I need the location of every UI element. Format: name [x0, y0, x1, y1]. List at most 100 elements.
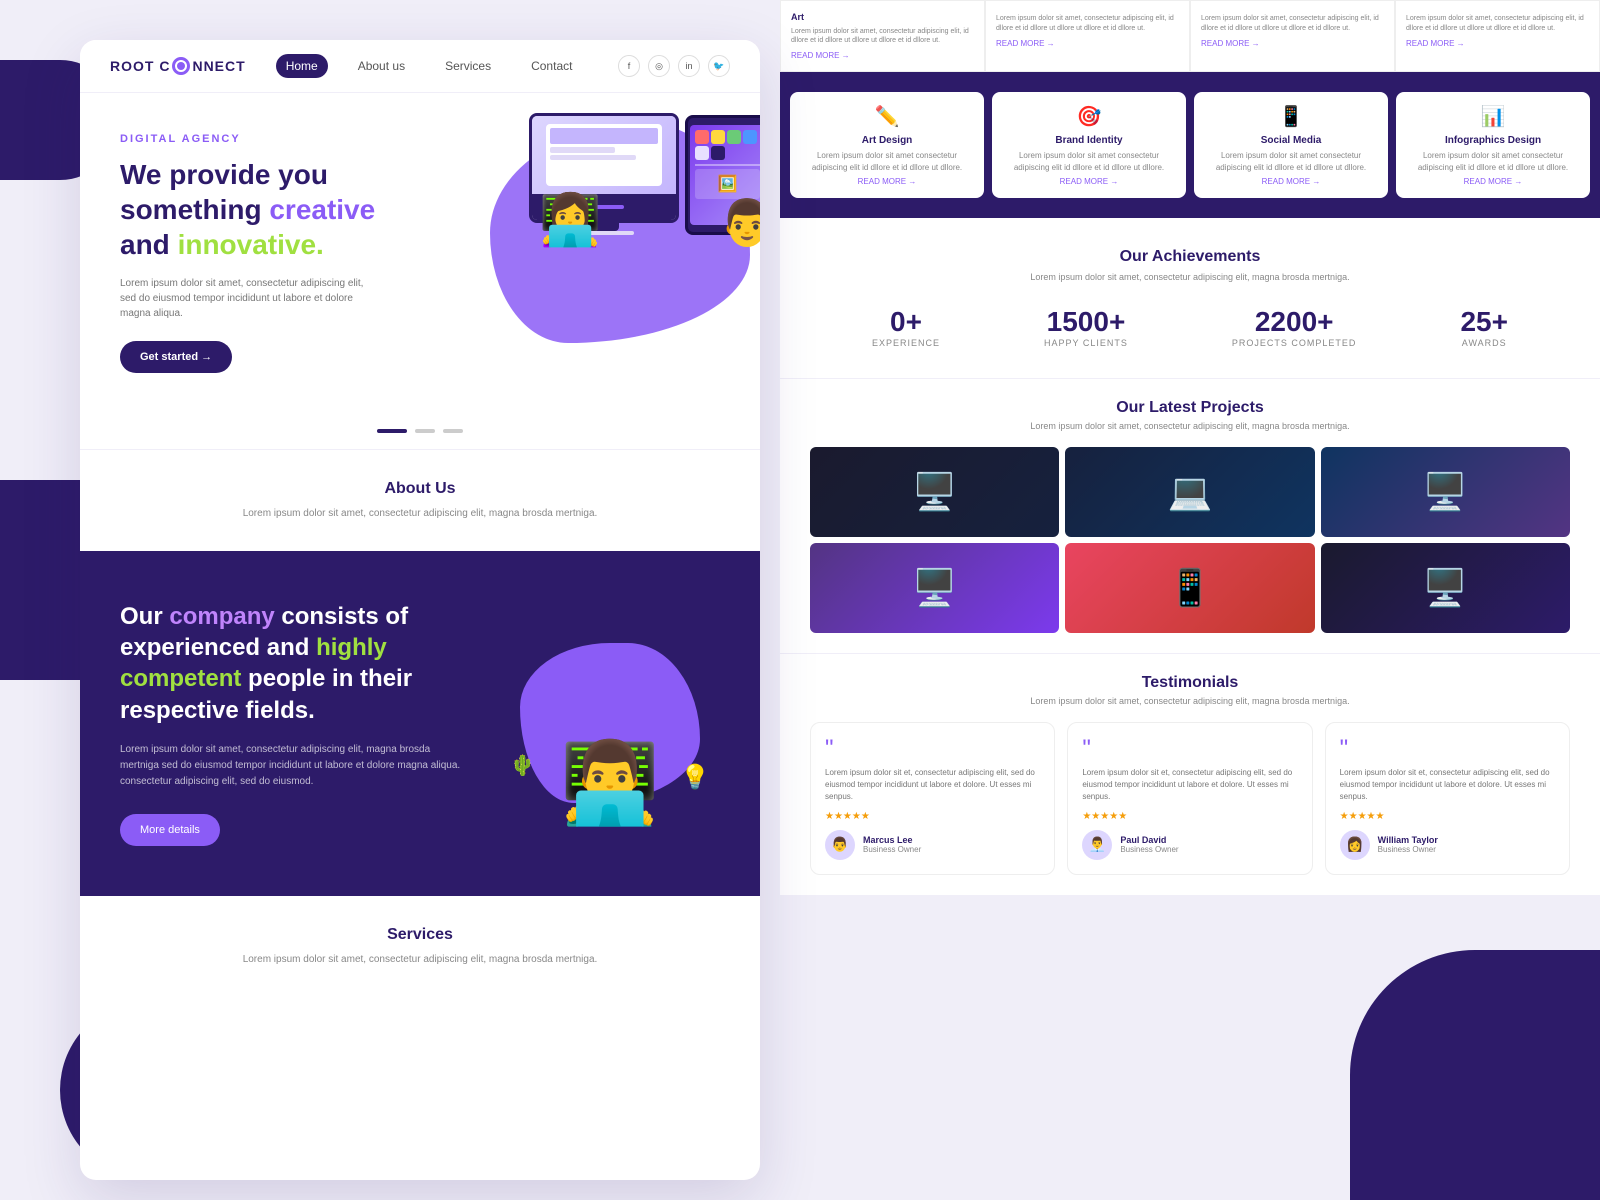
nav-about[interactable]: About us [348, 54, 415, 78]
about-title: About Us [120, 480, 720, 498]
project-3-inner: 🖥️ [1321, 447, 1570, 537]
project-2-icon: 💻 [1168, 471, 1213, 513]
monitor-screen-content [532, 116, 676, 194]
reviewer-2-role: Business Owner [1120, 845, 1178, 854]
hero-title-text2: and [120, 229, 178, 260]
stat-clients-label: HAPPY CLIENTS [1044, 338, 1128, 348]
social-media-name: Social Media [1206, 135, 1376, 146]
nav-contact[interactable]: Contact [521, 54, 582, 78]
top-card-1: Art Lorem ipsum dolor sit amet, consecte… [780, 0, 985, 72]
project-4-inner: 🖥️ [810, 543, 1059, 633]
company-description: Lorem ipsum dolor sit amet, consectetur … [120, 742, 470, 790]
art-design-desc: Lorem ipsum dolor sit amet consectetur a… [802, 150, 972, 172]
brand-identity-read-more[interactable]: READ MORE → [1004, 177, 1174, 186]
read-more-1[interactable]: READ MORE → [791, 50, 974, 61]
nav-home[interactable]: Home [276, 54, 328, 78]
quote-icon-3: " [1340, 737, 1555, 761]
project-thumb-6[interactable]: 🖥️ [1321, 543, 1570, 633]
reviewer-1-avatar: 👨 [825, 830, 855, 860]
infographics-icon: 📊 [1408, 104, 1578, 129]
read-more-3[interactable]: READ MORE → [1201, 38, 1384, 49]
person-icon: 👩‍💻 [539, 195, 601, 245]
swatch-blue [743, 130, 757, 144]
monitor-mockup [546, 124, 661, 186]
swatch-red [695, 130, 709, 144]
facebook-icon[interactable]: f [618, 55, 640, 77]
project-2-inner: 💻 [1065, 447, 1314, 537]
project-5-inner: 📱 [1065, 543, 1314, 633]
navbar: ROOT C NNECT Home About us Services Cont… [80, 40, 760, 93]
stat-experience-label: EXPERIENCE [872, 338, 940, 348]
testimonial-1-stars: ★★★★★ [825, 811, 1040, 822]
dot-3[interactable] [443, 429, 463, 433]
stat-projects-number: 2200+ [1232, 306, 1357, 338]
social-media-read-more[interactable]: READ MORE → [1206, 177, 1376, 186]
testimonial-2-text: Lorem ipsum dolor sit et, consectetur ad… [1082, 767, 1297, 803]
project-thumb-4[interactable]: 🖥️ [810, 543, 1059, 633]
project-1-icon: 🖥️ [912, 471, 957, 513]
project-thumb-1[interactable]: 🖥️ [810, 447, 1059, 537]
dot-2[interactable] [415, 429, 435, 433]
nav-links: Home About us Services Contact [276, 54, 618, 78]
achievements-section: Our Achievements Lorem ipsum dolor sit a… [780, 218, 1600, 378]
company-title-text1: Our [120, 603, 169, 630]
hero-title: We provide you something creative and in… [120, 157, 420, 262]
service-infographics: 📊 Infographics Design Lorem ipsum dolor … [1396, 92, 1590, 197]
read-more-2[interactable]: READ MORE → [996, 38, 1179, 49]
logo-text-part2: NNECT [192, 58, 245, 74]
mockup-line2 [550, 155, 636, 160]
reviewer-3-name: William Taylor [1378, 835, 1438, 845]
get-started-button[interactable]: Get started → [120, 341, 232, 373]
service-art-design: ✏️ Art Design Lorem ipsum dolor sit amet… [790, 92, 984, 197]
linkedin-icon[interactable]: in [678, 55, 700, 77]
reviewer-2-name: Paul David [1120, 835, 1178, 845]
instagram-icon[interactable]: ◎ [648, 55, 670, 77]
swatch-dark [711, 146, 725, 160]
stat-projects-label: PROJECTS COMPLETED [1232, 338, 1357, 348]
pagination [80, 413, 760, 449]
stat-awards-number: 25+ [1460, 306, 1508, 338]
service-brand-identity: 🎯 Brand Identity Lorem ipsum dolor sit a… [992, 92, 1186, 197]
project-5-icon: 📱 [1168, 567, 1213, 609]
monitor-group: 🖼️ 👩‍💻 👨 [529, 113, 760, 235]
twitter-icon[interactable]: 🐦 [708, 55, 730, 77]
main-container: ROOT C NNECT Home About us Services Cont… [0, 0, 1600, 1200]
infographics-read-more[interactable]: READ MORE → [1408, 177, 1578, 186]
testimonial-2-stars: ★★★★★ [1082, 811, 1297, 822]
read-more-4[interactable]: READ MORE → [1406, 38, 1589, 49]
project-4-icon: 🖥️ [912, 567, 957, 609]
nav-services[interactable]: Services [435, 54, 501, 78]
top-card-3: Lorem ipsum dolor sit amet, consectetur … [1190, 0, 1395, 72]
project-thumb-5[interactable]: 📱 [1065, 543, 1314, 633]
social-media-desc: Lorem ipsum dolor sit amet consectetur a… [1206, 150, 1376, 172]
hero-section: DIGITAL AGENCY We provide you something … [80, 93, 760, 413]
top-cards-strip: Art Lorem ipsum dolor sit amet, consecte… [780, 0, 1600, 72]
reviewer-1-name: Marcus Lee [863, 835, 921, 845]
lightbulb-icon: 💡 [680, 763, 710, 792]
mockup-bar [550, 128, 657, 144]
nav-socials: f ◎ in 🐦 [618, 55, 730, 77]
testimonial-1-text: Lorem ipsum dolor sit et, consectetur ad… [825, 767, 1040, 803]
company-illustration: 👨‍💻 💡 🌵 [500, 623, 720, 823]
left-panel: ROOT C NNECT Home About us Services Cont… [0, 0, 780, 1200]
reviewer-1-avatar-icon: 👨 [831, 836, 848, 853]
reviewer-3-info: William Taylor Business Owner [1378, 835, 1438, 854]
hero-title-creative: creative [269, 194, 375, 225]
company-title-company: company [169, 603, 274, 630]
social-media-icon: 📱 [1206, 104, 1376, 129]
dot-1[interactable] [377, 429, 407, 433]
reviewer-3-avatar: 👩 [1340, 830, 1370, 860]
art-design-read-more[interactable]: READ MORE → [802, 177, 972, 186]
tablet-swatches [695, 130, 760, 160]
mockup-line [550, 147, 614, 152]
project-6-inner: 🖥️ [1321, 543, 1570, 633]
achievements-title: Our Achievements [820, 248, 1560, 266]
brand-identity-name: Brand Identity [1004, 135, 1174, 146]
reviewer-2-avatar-icon: 👨‍💼 [1089, 836, 1106, 853]
testimonials-desc: Lorem ipsum dolor sit amet, consectetur … [810, 696, 1570, 706]
about-section: About Us Lorem ipsum dolor sit amet, con… [80, 449, 760, 551]
project-thumb-2[interactable]: 💻 [1065, 447, 1314, 537]
quote-icon-1: " [825, 737, 1040, 761]
project-thumb-3[interactable]: 🖥️ [1321, 447, 1570, 537]
more-details-button[interactable]: More details [120, 814, 220, 846]
